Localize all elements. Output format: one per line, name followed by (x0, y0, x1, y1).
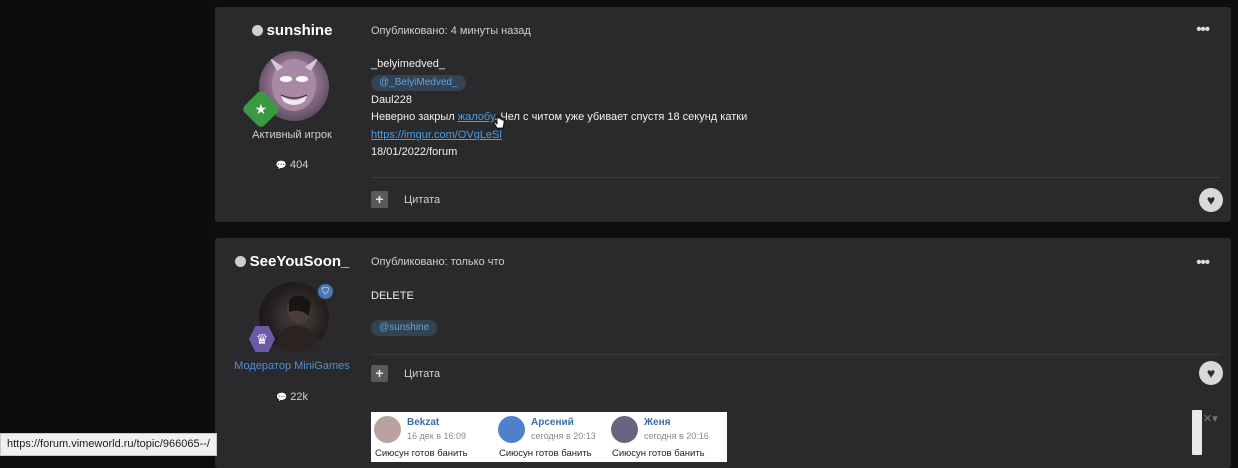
like-heart-icon[interactable]: ♥ (1199, 188, 1223, 212)
user-role: Модератор MiniGames (234, 360, 350, 372)
author-name[interactable]: sunshine (215, 22, 369, 39)
post-content: _belyimedved_ @_BelyiMedved_ Daul228 Нев… (371, 56, 747, 162)
posted-time[interactable]: Опубликовано: 4 минуты назад (371, 25, 531, 37)
mention-link[interactable]: @sunshine (371, 320, 438, 336)
divider (371, 354, 1221, 355)
quote-button[interactable]: Цитата (404, 368, 440, 380)
comments-icon: 💬 (275, 392, 288, 402)
left-empty-pane (0, 0, 212, 455)
post-sunshine: sunshine ★ Активный игрок 💬 404 Опублико… (215, 7, 1231, 222)
offline-status-icon (234, 256, 246, 267)
browser-status-url: https://forum.vimeworld.ru/topic/966065-… (0, 433, 217, 456)
quote-button[interactable]: Цитата (404, 194, 440, 206)
post-count: 💬 22k (275, 391, 309, 403)
post-text: DELETE (371, 290, 414, 302)
offline-status-icon (251, 25, 263, 36)
date-text: 18/01/2022/forum (371, 146, 458, 158)
multiquote-plus-button[interactable]: + (371, 365, 388, 382)
close-icon[interactable]: ✕▾ (1203, 412, 1218, 425)
avatar (374, 416, 401, 443)
comments-icon: 💬 (275, 160, 287, 170)
post-seeyousoon: SeeYouSoon_ ⛉ ♛ Модератор MiniGames 💬 22… (215, 238, 1231, 468)
user-role: Активный игрок (252, 129, 332, 141)
hand-cursor-icon (493, 115, 505, 129)
complaint-link[interactable]: жалобу (458, 111, 495, 123)
moderator-shield-icon: ⛉ (316, 282, 335, 301)
avatar (498, 416, 525, 443)
complaint-line: Неверно закрыл жалобу. Чел с читом уже у… (371, 111, 748, 123)
divider (371, 177, 1221, 178)
post-count: 💬 404 (275, 159, 309, 171)
author-name[interactable]: SeeYouSoon_ (215, 253, 369, 270)
post-menu-button[interactable]: ••• (1196, 254, 1210, 271)
imgur-link[interactable]: https://imgur.com/OVqLeSl (371, 129, 502, 141)
avatar (611, 416, 638, 443)
mention-link[interactable]: @_BelyiMedved_ (371, 74, 466, 91)
embed-scrollbar[interactable] (1192, 410, 1202, 455)
player-name: Daul228 (371, 93, 412, 106)
multiquote-plus-button[interactable]: + (371, 191, 388, 208)
like-heart-icon[interactable]: ♥ (1199, 361, 1223, 385)
posted-time[interactable]: Опубликовано: только что (371, 256, 505, 268)
quoted-username: _belyimedved_ (371, 58, 445, 70)
post-menu-button[interactable]: ••• (1196, 21, 1210, 38)
